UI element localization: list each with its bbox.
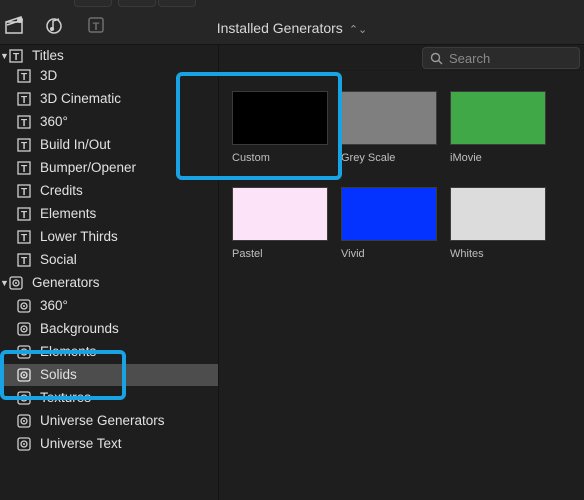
sidebar-item-social[interactable]: T Social — [0, 249, 218, 271]
titles-icon: T — [17, 69, 31, 83]
sidebar-item-label: 3D — [40, 68, 58, 83]
svg-text:T: T — [21, 95, 27, 106]
sidebar-group-label: Generators — [32, 275, 100, 290]
sidebar-item-360-generators[interactable]: 360° — [0, 295, 218, 317]
generator-tile-vivid[interactable] — [341, 187, 437, 241]
sidebar-item-label: Lower Thirds — [40, 229, 118, 244]
highlight-box-solids — [0, 350, 126, 400]
sidebar-item-lower-thirds[interactable]: T Lower Thirds — [0, 226, 218, 248]
toolbar-tab[interactable] — [74, 0, 112, 7]
installed-generators-dropdown[interactable]: Installed Generators ⌃⌄ — [0, 20, 584, 36]
generator-tile-pastel[interactable] — [232, 187, 328, 241]
generator-tile-grey-scale[interactable] — [341, 91, 437, 145]
svg-text:T: T — [21, 233, 27, 244]
generators-icon — [17, 437, 31, 451]
titles-icon: T — [17, 184, 31, 198]
svg-text:T: T — [13, 52, 19, 63]
generators-icon — [9, 276, 23, 290]
sidebar-group-titles[interactable]: ▼ T Titles — [0, 45, 218, 67]
titles-icon: T — [9, 49, 23, 63]
svg-text:T: T — [21, 118, 27, 129]
generators-icon — [17, 322, 31, 336]
titles-icon: T — [17, 253, 31, 267]
sidebar-item-label: 3D Cinematic — [40, 91, 122, 106]
sidebar-item-label: Backgrounds — [40, 321, 119, 336]
sidebar-item-label: Build In/Out — [40, 137, 111, 152]
chevron-up-down-icon: ⌃⌄ — [348, 24, 368, 36]
titles-icon: T — [17, 138, 31, 152]
sidebar-item-universe-generators[interactable]: Universe Generators — [0, 410, 218, 432]
highlight-box-custom — [176, 72, 342, 180]
generators-icon — [17, 414, 31, 428]
sidebar-item-backgrounds[interactable]: Backgrounds — [0, 318, 218, 340]
sidebar-item-label: 360° — [40, 298, 68, 313]
sidebar-item-label: Social — [40, 252, 77, 267]
toolbar-tab[interactable] — [158, 0, 196, 7]
sidebar-item-label: Bumper/Opener — [40, 160, 137, 175]
generator-label: Pastel — [232, 248, 263, 260]
svg-text:T: T — [21, 141, 27, 152]
titles-icon: T — [17, 115, 31, 129]
sidebar-item-credits[interactable]: T Credits — [0, 180, 218, 202]
titles-icon: T — [17, 230, 31, 244]
search-field[interactable] — [422, 47, 580, 69]
generator-tile-whites[interactable] — [450, 187, 546, 241]
divider — [219, 70, 584, 71]
sidebar-group-generators[interactable]: ▼ Generators — [0, 272, 218, 294]
sidebar-item-label: Credits — [40, 183, 83, 198]
generator-label: Vivid — [341, 248, 365, 260]
generators-icon — [17, 299, 31, 313]
search-icon — [430, 52, 443, 65]
svg-text:T: T — [21, 187, 27, 198]
toolbar: T Installed Generators ⌃⌄ — [0, 0, 584, 45]
search-input[interactable] — [449, 50, 575, 66]
toolbar-tab[interactable] — [118, 0, 156, 7]
sidebar-item-label: Elements — [40, 206, 97, 221]
generator-label: Whites — [450, 248, 484, 260]
sidebar-item-elements-titles[interactable]: T Elements — [0, 203, 218, 225]
svg-text:T: T — [21, 210, 27, 221]
sidebar-item-label: Universe Text — [40, 436, 122, 451]
generator-label: iMovie — [450, 152, 482, 164]
generator-label: Grey Scale — [341, 152, 396, 164]
titles-icon: T — [17, 92, 31, 106]
svg-text:T: T — [21, 72, 27, 83]
sidebar-group-label: Titles — [32, 48, 64, 63]
svg-text:T: T — [21, 256, 27, 267]
header-title: Installed Generators — [216, 20, 343, 36]
svg-text:T: T — [21, 164, 27, 175]
generator-tile-imovie[interactable] — [450, 91, 546, 145]
sidebar-item-label: Universe Generators — [40, 413, 165, 428]
sidebar-item-label: 360° — [40, 114, 68, 129]
sidebar-item-universe-text[interactable]: Universe Text — [0, 433, 218, 455]
titles-icon: T — [17, 161, 31, 175]
titles-icon: T — [17, 207, 31, 221]
